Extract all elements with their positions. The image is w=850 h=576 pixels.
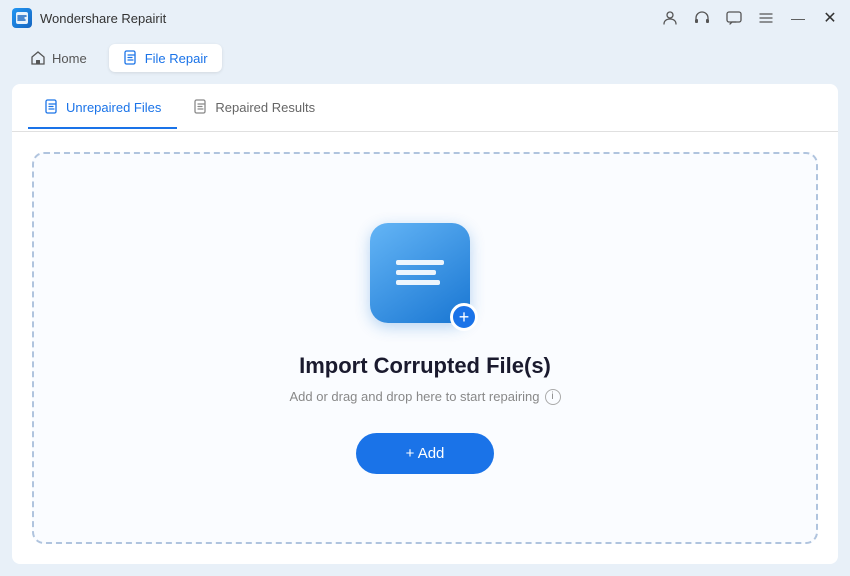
sub-tab-repaired[interactable]: Repaired Results — [177, 87, 331, 129]
plus-badge-icon: + — [450, 303, 478, 331]
file-icon-line-2 — [396, 270, 436, 275]
chat-icon[interactable] — [726, 10, 742, 26]
info-icon[interactable]: i — [545, 389, 561, 405]
headset-icon[interactable] — [694, 10, 710, 26]
sub-tab-unrepaired[interactable]: Unrepaired Files — [28, 87, 177, 129]
sub-tab-repaired-label: Repaired Results — [215, 100, 315, 115]
close-button[interactable]: ✕ — [822, 10, 838, 26]
file-icon-container: + — [370, 223, 480, 333]
menu-icon[interactable] — [758, 10, 774, 26]
minimize-button[interactable]: — — [790, 10, 806, 26]
title-bar-left: Wondershare Repairit — [12, 8, 166, 28]
user-icon[interactable] — [662, 10, 678, 26]
sub-tabs: Unrepaired Files Repaired Results — [12, 84, 838, 132]
title-bar-controls: — ✕ — [662, 10, 838, 26]
app-name: Wondershare Repairit — [40, 11, 166, 26]
file-icon-line-1 — [396, 260, 444, 265]
nav-tab-home-label: Home — [52, 51, 87, 66]
nav-tab-file-repair[interactable]: File Repair — [109, 44, 222, 72]
import-title: Import Corrupted File(s) — [299, 353, 551, 379]
file-icon-line-3 — [396, 280, 440, 285]
nav-bar: Home File Repair — [0, 36, 850, 80]
main-content: Unrepaired Files Repaired Results + Impo… — [12, 84, 838, 564]
app-icon — [12, 8, 32, 28]
nav-tab-file-repair-label: File Repair — [145, 51, 208, 66]
sub-tab-unrepaired-label: Unrepaired Files — [66, 100, 161, 115]
import-subtitle: Add or drag and drop here to start repai… — [289, 389, 560, 405]
add-button[interactable]: + Add — [356, 433, 495, 474]
file-icon-lines — [386, 250, 454, 295]
nav-tab-home[interactable]: Home — [16, 44, 101, 72]
title-bar: Wondershare Repairit — — [0, 0, 850, 36]
import-subtitle-text: Add or drag and drop here to start repai… — [289, 389, 539, 404]
drop-zone[interactable]: + Import Corrupted File(s) Add or drag a… — [32, 152, 818, 544]
